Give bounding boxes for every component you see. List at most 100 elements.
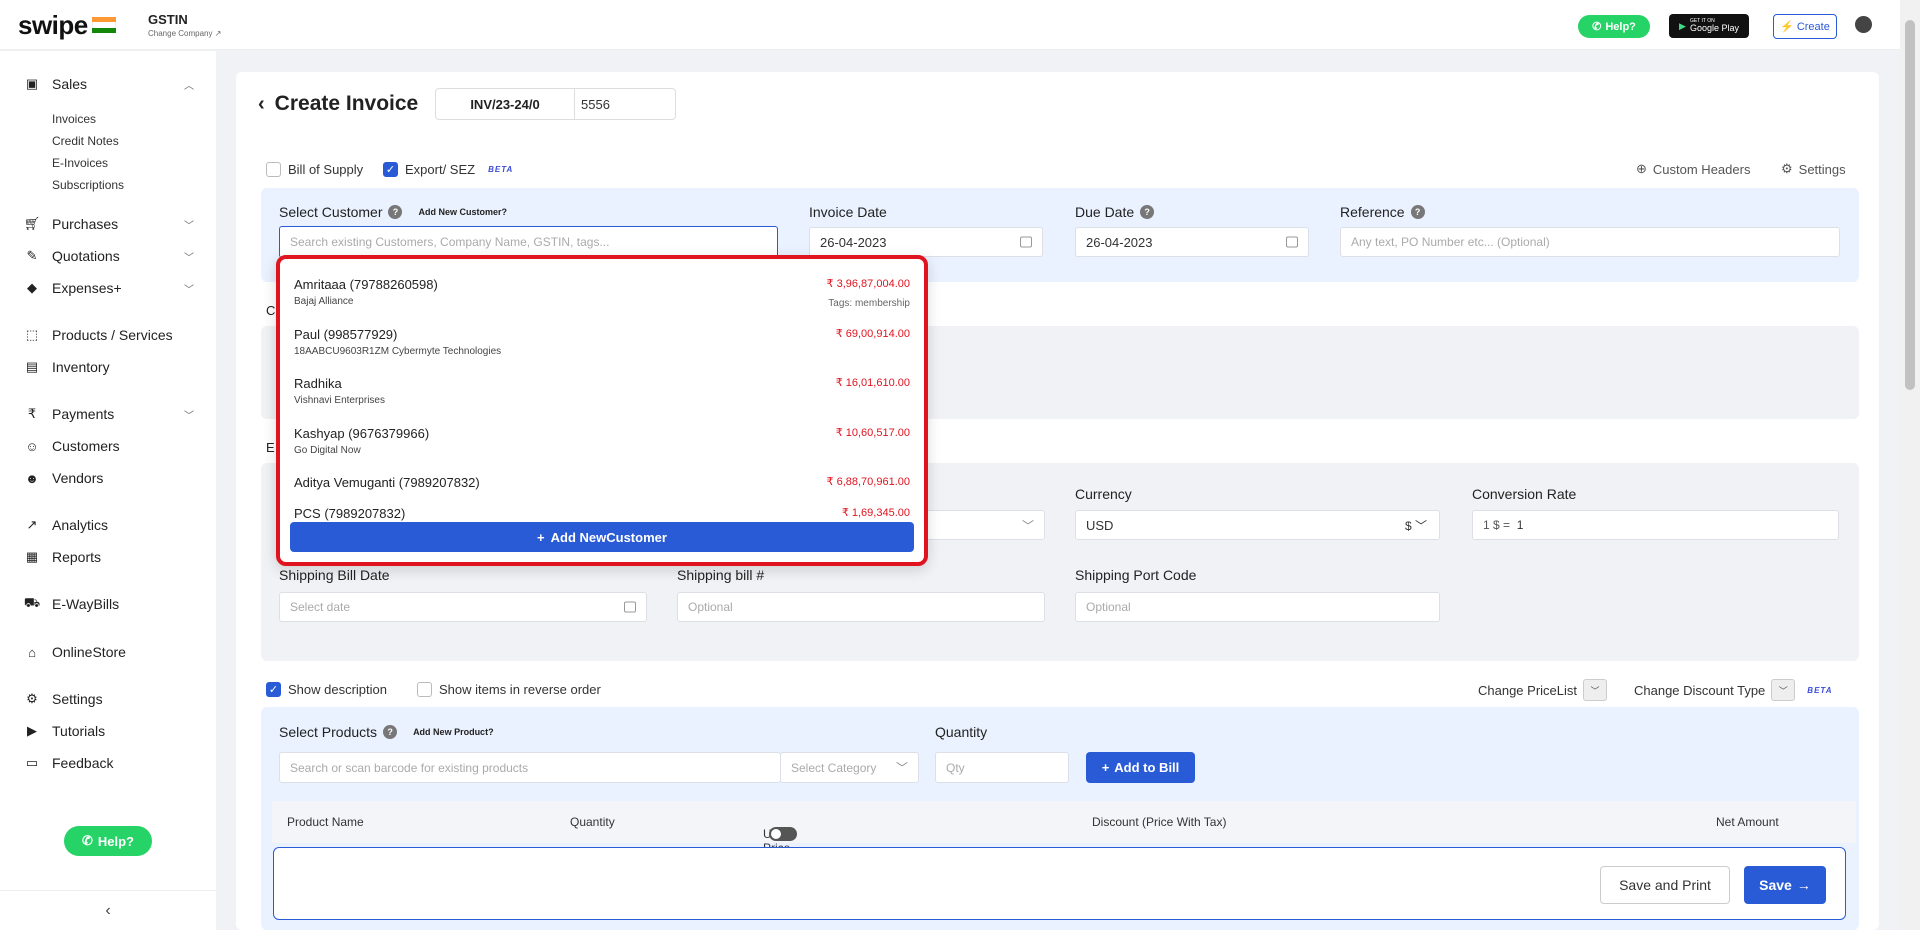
customer-option[interactable]: Radhika Vishnavi Enterprises ₹ 16,01,610… [294,376,910,406]
conversion-rate-input[interactable]: 1 $ = 1 [1472,510,1839,540]
tax-toggle[interactable] [769,827,797,841]
change-company-link[interactable]: Change Company ↗ [148,29,221,38]
sidebar-label: Tutorials [52,723,106,739]
back-arrow-icon[interactable]: ‹ [258,93,265,116]
sidebar-item-reports[interactable]: ▦ Reports [24,549,194,565]
sidebar-item-purchases[interactable]: 🛒︎ Purchases ﹀ [24,216,194,232]
customer-company: Bajaj Alliance [294,296,354,307]
shipping-port-input[interactable]: Optional [1075,592,1440,622]
date-value: 26-04-2023 [820,234,887,250]
chevron-down-icon: ﹀ [184,252,194,264]
customer-search-input[interactable]: Search existing Customers, Company Name,… [279,226,778,258]
sidebar-item-expenses[interactable]: ◆ Expenses+ ﹀ [24,280,194,296]
sidebar-item-onlinestore[interactable]: ⌂ OnlineStore [24,644,194,660]
sidebar-item-quotations[interactable]: ✎ Quotations ﹀ [24,248,194,264]
custom-headers-link[interactable]: ⊕ Custom Headers [1636,161,1750,177]
due-date-label: Due Date? [1075,204,1155,220]
sidebar-sub-e-invoices[interactable]: E-Invoices [52,156,108,170]
save-button[interactable]: Save → [1744,866,1826,904]
change-discount-control[interactable]: Change Discount Type ﹀ BETA [1634,679,1832,701]
change-pricelist-control[interactable]: Change PriceList ﹀ [1478,679,1607,701]
sidebar-item-ewaybills[interactable]: ⛟ E-WayBills [24,595,194,612]
customer-option[interactable]: Aditya Vemuganti (7989207832) ₹ 6,88,70,… [294,475,910,490]
export-sez-checkbox[interactable]: ✓ Export/ SEZ BETA [383,162,513,177]
sidebar-collapse-button[interactable]: ‹ [0,890,216,930]
help-circle-icon[interactable]: ? [383,725,398,739]
customer-tags: Tags: membership [828,298,910,309]
chevron-down-icon: ﹀ [1021,518,1034,533]
add-new-customer-button[interactable]: + Add NewCustomer [290,522,914,552]
scroll-thumb[interactable] [1905,20,1915,390]
chevron-down-icon[interactable]: ﹀ [1771,679,1796,701]
currency-label: Currency [1075,486,1132,502]
product-search-input[interactable]: Search or scan barcode for existing prod… [279,752,781,783]
sidebar-item-sales[interactable]: ▣ Sales ︿ [24,76,194,92]
label-text: Reference [1340,204,1405,220]
sidebar-sub-invoices[interactable]: Invoices [52,112,96,126]
settings-link[interactable]: ⚙ Settings [1781,161,1846,177]
chevron-down-icon: ﹀ [184,410,194,422]
invoice-number-input[interactable]: 5556 [574,88,676,120]
user-avatar-icon[interactable] [1855,16,1872,33]
create-button[interactable]: ⚡ Create [1773,14,1837,39]
button-label: Add NewCustomer [550,529,667,545]
help-button-sidebar[interactable]: ✆ Help? [64,826,152,856]
customer-name: Paul (998577929) [294,327,398,342]
swipe-logo[interactable]: swipe [18,10,88,41]
sidebar-sub-subscriptions[interactable]: Subscriptions [52,178,124,192]
sidebar-item-settings[interactable]: ⚙ Settings [24,691,194,707]
show-description-checkbox[interactable]: ✓ Show description [266,682,387,697]
google-play-button[interactable]: ▶ GET IT ON Google Play [1669,14,1749,38]
sidebar-item-customers[interactable]: ☺ Customers [24,438,194,454]
reference-label: Reference? [1340,204,1425,220]
customer-option[interactable]: Kashyap (9676379966) Go Digital Now ₹ 10… [294,426,910,456]
help-button-top[interactable]: ✆ Help? [1578,15,1650,38]
page-scrollbar[interactable] [1900,0,1920,930]
customer-company: 18AABCU9603R1ZM Cybermyte Technologies [294,346,502,357]
play-store-icon: ▶ [1679,20,1686,31]
sidebar-item-payments[interactable]: ₹ Payments ﹀ [24,406,194,422]
chevron-down-icon[interactable]: ﹀ [1583,679,1607,701]
section-heading-partial: C [266,303,276,318]
sales-icon: ▣ [25,76,39,91]
category-select[interactable]: Select Category ﹀ [780,752,919,783]
col-discount: Discount (Price With Tax) [1092,815,1227,829]
help-label: Help? [1605,20,1636,33]
customer-company: Vishnavi Enterprises [294,395,385,406]
sidebar-item-products[interactable]: ⬚ Products / Services [24,327,194,343]
due-date-input[interactable]: 26-04-2023 [1075,227,1309,257]
sidebar-item-inventory[interactable]: ▤ Inventory [24,359,194,375]
reference-input[interactable]: Any text, PO Number etc... (Optional) [1340,227,1840,257]
bill-of-supply-checkbox[interactable]: Bill of Supply [266,162,363,177]
currency-select[interactable]: USD $ ﹀ [1075,510,1440,540]
customer-option[interactable]: PCS (7989207832) ₹ 1,69,345.00 [294,506,910,521]
checkbox-box[interactable] [417,682,432,697]
sidebar-label: OnlineStore [52,644,126,660]
checkbox-box[interactable] [266,162,281,177]
help-circle-icon[interactable]: ? [388,205,403,219]
help-circle-icon[interactable]: ? [1410,205,1425,219]
sidebar-item-vendors[interactable]: ☻ Vendors [24,470,194,486]
sidebar-item-analytics[interactable]: ↗ Analytics [24,517,194,533]
customer-option[interactable]: Amritaaa (79788260598) Bajaj Alliance ₹ … [294,277,910,309]
sidebar-item-feedback[interactable]: ▭ Feedback [24,755,194,771]
customer-option[interactable]: Paul (998577929) 18AABCU9603R1ZM Cybermy… [294,327,910,357]
help-circle-icon[interactable]: ? [1140,205,1155,219]
checkbox-checked[interactable]: ✓ [383,162,398,177]
checkbox-checked[interactable]: ✓ [266,682,281,697]
customer-balance: ₹ 69,00,914.00 [835,328,910,340]
sidebar-item-tutorials[interactable]: ▶ Tutorials [24,723,194,739]
quantity-input[interactable]: Qty [935,752,1069,783]
shipping-bill-no-label: Shipping bill # [677,567,765,583]
invoice-prefix-select[interactable]: INV/23-24/0 [435,88,575,120]
customer-company: Go Digital Now [294,445,361,456]
sidebar-sub-credit-notes[interactable]: Credit Notes [52,134,119,148]
invoice-date-input[interactable]: 26-04-2023 [809,227,1043,257]
add-new-customer-link[interactable]: Add New Customer? [418,207,507,217]
add-to-bill-button[interactable]: + Add to Bill [1086,752,1195,783]
shipping-bill-no-input[interactable]: Optional [677,592,1045,622]
add-new-product-link[interactable]: Add New Product? [413,727,494,737]
reverse-order-checkbox[interactable]: Show items in reverse order [417,682,601,697]
shipping-bill-date-input[interactable]: Select date [279,592,647,622]
save-and-print-button[interactable]: Save and Print [1600,866,1730,904]
